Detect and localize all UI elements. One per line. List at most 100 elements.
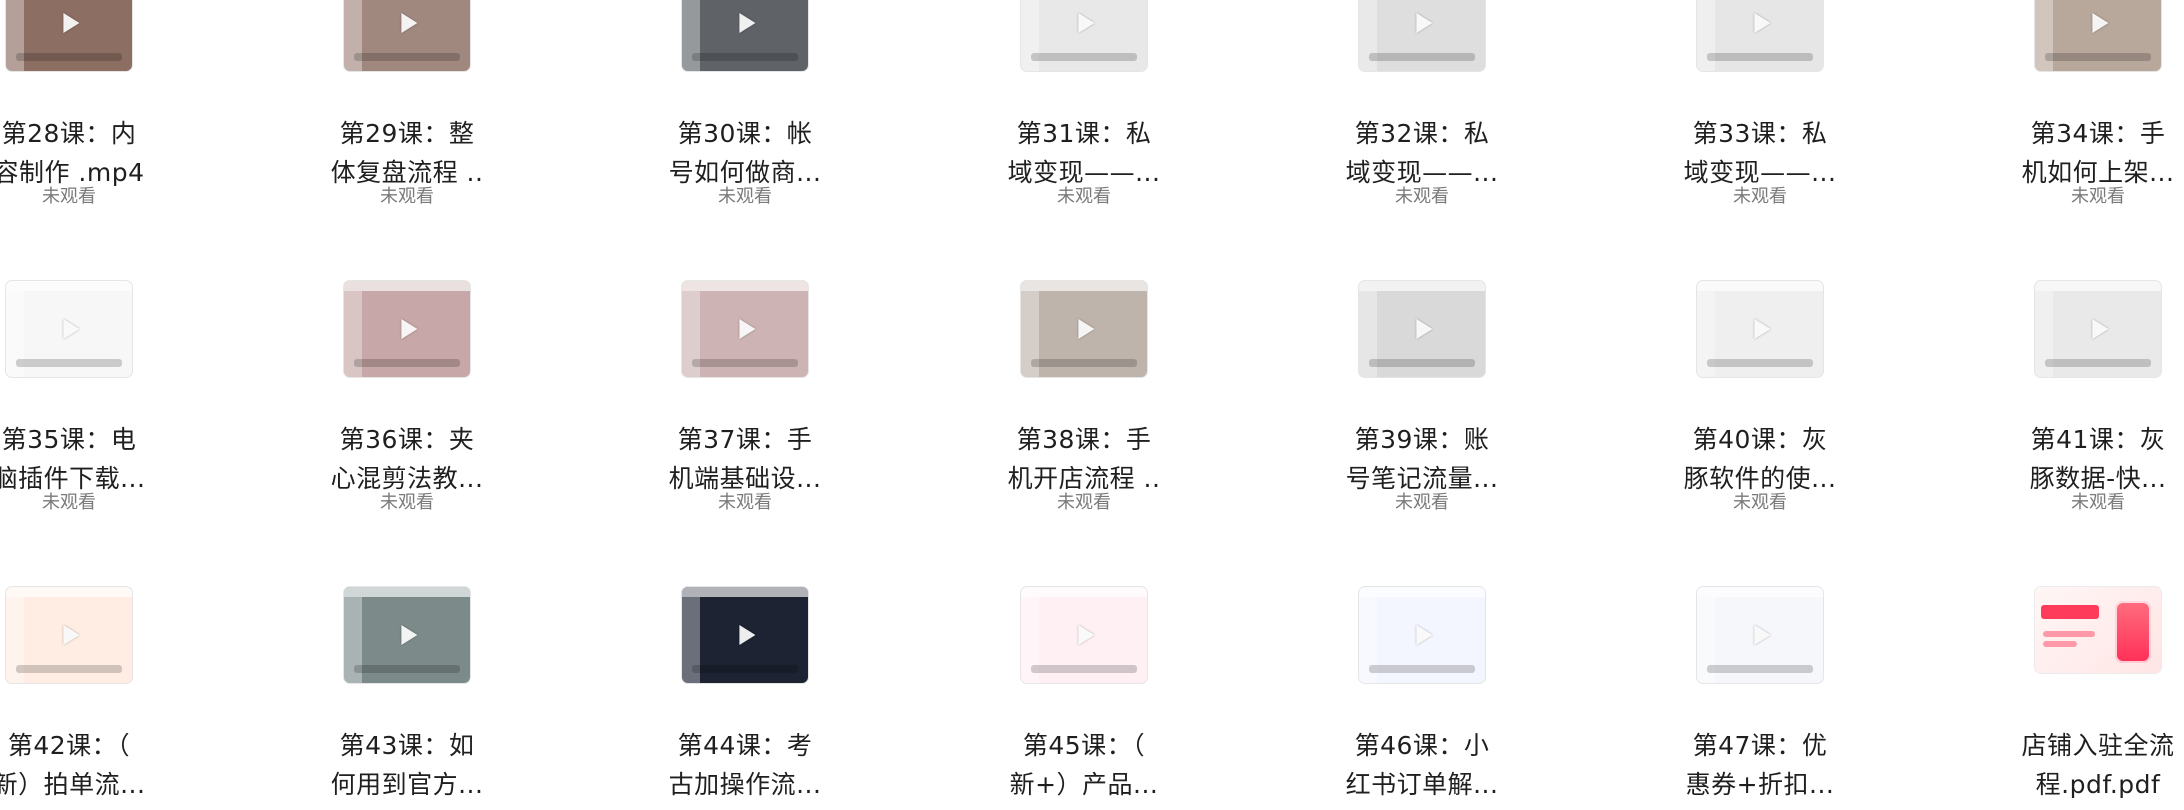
play-icon (1078, 625, 1095, 645)
file-title[interactable]: 第44课：考 古加操作流... (595, 726, 895, 804)
file-row: 第28课：内 容制作 .mp4 未观看 第29课：整 体复盘流程 .. 未观看 (0, 0, 2184, 207)
file-grid: 第28课：内 容制作 .mp4 未观看 第29课：整 体复盘流程 .. 未观看 (0, 0, 2184, 810)
video-thumbnail[interactable] (2035, 0, 2161, 71)
file-tile[interactable]: 第31课：私 域变现——... 未观看 (934, 0, 1234, 207)
pdf-thumbnail-phone-icon (2115, 601, 2151, 663)
file-title-line-1: 第45课：（ (1022, 731, 1146, 760)
play-icon (401, 625, 418, 645)
file-title-line-1: 第47课：优 (1692, 731, 1828, 760)
video-thumbnail[interactable] (2035, 281, 2161, 377)
play-icon (739, 13, 756, 33)
thumbnail-ui-strip (2045, 359, 2151, 367)
play-icon (1416, 625, 1433, 645)
file-tile[interactable]: 第28课：内 容制作 .mp4 未观看 (0, 0, 219, 207)
video-thumbnail[interactable] (1021, 281, 1147, 377)
play-icon (1754, 625, 1771, 645)
video-thumbnail[interactable] (1021, 587, 1147, 683)
video-thumbnail[interactable] (682, 0, 808, 71)
file-tile[interactable]: 第38课：手 机开店流程 .. 未观看 (934, 71, 1234, 513)
video-thumbnail[interactable] (682, 281, 808, 377)
file-tile[interactable]: 第41课：灰 豚数据-快... 未观看 (1948, 71, 2184, 513)
file-row: 第35课：电 脑插件下载... 未观看 第36课：夹 心混剪法教... 未观看 (0, 71, 2184, 513)
thumbnail-ui-strip (16, 359, 122, 367)
file-title[interactable]: 第47课：优 惠券+折扣... (1610, 726, 1910, 804)
thumbnail-ui-strip (354, 665, 460, 673)
thumbnail-ui-strip (1707, 53, 1813, 61)
video-thumbnail[interactable] (1697, 587, 1823, 683)
play-icon (63, 625, 80, 645)
file-title-line-1: 第43课：如 (339, 731, 475, 760)
thumbnail-ui-strip (1369, 665, 1475, 673)
file-tile[interactable]: 第34课：手 机如何上架... 未观看 (1948, 0, 2184, 207)
file-tile[interactable]: 第39课：账 号笔记流量... 未观看 (1272, 71, 1572, 513)
video-thumbnail[interactable] (1359, 281, 1485, 377)
file-tile[interactable]: 第45课：（ 新+）产品... (934, 377, 1234, 799)
play-icon (63, 319, 80, 339)
video-thumbnail[interactable] (682, 587, 808, 683)
video-thumbnail[interactable] (6, 587, 132, 683)
file-tile[interactable]: 第29课：整 体复盘流程 .. 未观看 (257, 0, 557, 207)
file-title[interactable]: 第46课：小 红书订单解... (1272, 726, 1572, 804)
file-tile[interactable]: 第42课：（ 新）拍单流... (0, 377, 219, 799)
file-tile[interactable]: 第33课：私 域变现——... 未观看 (1610, 0, 1910, 207)
file-title[interactable]: 第45课：（ 新+）产品... (934, 726, 1234, 804)
video-thumbnail[interactable] (344, 281, 470, 377)
video-thumbnail[interactable] (1359, 0, 1485, 71)
thumbnail-ui-strip (16, 53, 122, 61)
file-tile[interactable]: 第46课：小 红书订单解... (1272, 377, 1572, 799)
play-icon (2092, 319, 2109, 339)
file-tile[interactable]: 第30课：帐 号如何做商... 未观看 (595, 0, 895, 207)
file-tile[interactable]: 第44课：考 古加操作流... (595, 377, 895, 799)
play-icon (739, 319, 756, 339)
thumbnail-ui-strip (1707, 665, 1813, 673)
play-icon (1754, 13, 1771, 33)
video-thumbnail[interactable] (1697, 281, 1823, 377)
play-icon (1416, 319, 1433, 339)
video-thumbnail[interactable] (1697, 0, 1823, 71)
file-title-line-2: 新）拍单流... (0, 770, 146, 799)
pdf-thumbnail-line (2043, 641, 2077, 647)
play-icon (1416, 13, 1433, 33)
thumbnail-ui-bar (344, 587, 470, 597)
thumbnail-ui-bar (6, 587, 132, 597)
thumbnail-ui-bar (1021, 587, 1147, 597)
file-tile[interactable]: 第47课：优 惠券+折扣... (1610, 377, 1910, 799)
thumbnail-ui-strip (2045, 53, 2151, 61)
thumbnail-ui-strip (1369, 359, 1475, 367)
file-title[interactable]: 店铺入驻全流 程.pdf.pdf (1948, 726, 2184, 804)
play-icon (401, 319, 418, 339)
file-title[interactable]: 第43课：如 何用到官方... (257, 726, 557, 804)
play-icon (401, 13, 418, 33)
play-icon (739, 625, 756, 645)
pdf-thumbnail[interactable] (2035, 587, 2161, 673)
file-tile[interactable]: 第36课：夹 心混剪法教... 未观看 (257, 71, 557, 513)
file-tile[interactable]: 第32课：私 域变现——... 未观看 (1272, 0, 1572, 207)
video-thumbnail[interactable] (6, 281, 132, 377)
thumbnail-ui-strip (1369, 53, 1475, 61)
file-tile[interactable]: 第43课：如 何用到官方... (257, 377, 557, 799)
video-thumbnail[interactable] (344, 587, 470, 683)
file-tile[interactable]: 第35课：电 脑插件下载... 未观看 (0, 71, 219, 513)
file-title-line-2: 新+）产品... (1009, 770, 1159, 799)
thumbnail-ui-strip (692, 359, 798, 367)
thumbnail-ui-strip (1031, 665, 1137, 673)
file-title-line-2: 古加操作流... (668, 770, 822, 799)
play-icon (1078, 319, 1095, 339)
video-thumbnail[interactable] (1021, 0, 1147, 71)
thumbnail-ui-strip (1031, 53, 1137, 61)
thumbnail-ui-bar (6, 281, 132, 291)
video-thumbnail[interactable] (6, 0, 132, 71)
file-tile[interactable]: 店铺入驻全流 程.pdf.pdf (1948, 377, 2184, 799)
file-tile[interactable]: 第40课：灰 豚软件的使... 未观看 (1610, 71, 1910, 513)
file-tile[interactable]: 第37课：手 机端基础设... 未观看 (595, 71, 895, 513)
video-thumbnail[interactable] (1359, 587, 1485, 683)
file-title-line-2: 红书订单解... (1345, 770, 1499, 799)
thumbnail-ui-bar (682, 281, 808, 291)
video-thumbnail[interactable] (344, 0, 470, 71)
file-title[interactable]: 第42课：（ 新）拍单流... (0, 726, 219, 804)
thumbnail-ui-strip (692, 665, 798, 673)
thumbnail-ui-strip (692, 53, 798, 61)
thumbnail-ui-bar (682, 587, 808, 597)
play-icon (1078, 13, 1095, 33)
thumbnail-ui-bar (1359, 281, 1485, 291)
